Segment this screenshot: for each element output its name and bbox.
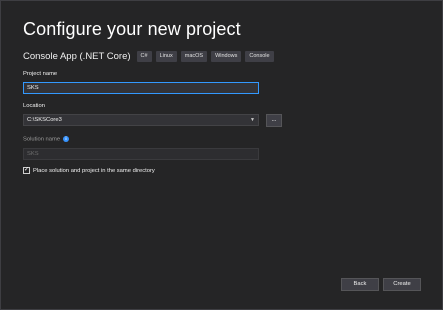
- checkmark-icon: ✓: [24, 167, 30, 173]
- same-directory-checkbox[interactable]: ✓: [23, 167, 30, 174]
- solution-name-value: SKS: [27, 151, 39, 157]
- solution-name-label-row: Solution name i: [23, 136, 70, 143]
- same-directory-label[interactable]: Place solution and project in the same d…: [33, 168, 155, 174]
- tag-csharp: C#: [136, 50, 152, 62]
- location-value: C:\SKSCore3: [27, 117, 62, 123]
- tag-macos: macOS: [180, 50, 208, 62]
- same-directory-option[interactable]: ✓ Place solution and project in the same…: [23, 167, 155, 174]
- project-name-value: SKS: [27, 85, 39, 91]
- dialog-window: Configure your new project Console App (…: [0, 0, 443, 310]
- project-name-label: Project name: [23, 71, 58, 77]
- project-name-input[interactable]: SKS: [23, 82, 259, 94]
- location-label: Location: [23, 103, 45, 109]
- location-combobox[interactable]: C:\SKSCore3 ▼: [23, 114, 259, 126]
- solution-name-label: Solution name: [23, 136, 61, 143]
- tag-console: Console: [245, 50, 274, 62]
- tag-linux: Linux: [155, 50, 177, 62]
- page-title: Configure your new project: [23, 19, 241, 39]
- browse-button[interactable]: ...: [266, 114, 282, 127]
- back-button[interactable]: Back: [341, 278, 379, 291]
- create-button[interactable]: Create: [383, 278, 421, 291]
- template-name: Console App (.NET Core): [23, 50, 131, 62]
- template-tags: C# Linux macOS Windows Console: [136, 50, 278, 62]
- info-icon[interactable]: i: [63, 136, 70, 142]
- tag-windows: Windows: [211, 50, 242, 62]
- chevron-down-icon[interactable]: ▼: [250, 115, 255, 125]
- template-header: Console App (.NET Core) C# Linux macOS W…: [23, 49, 278, 63]
- solution-name-input: SKS: [23, 148, 259, 160]
